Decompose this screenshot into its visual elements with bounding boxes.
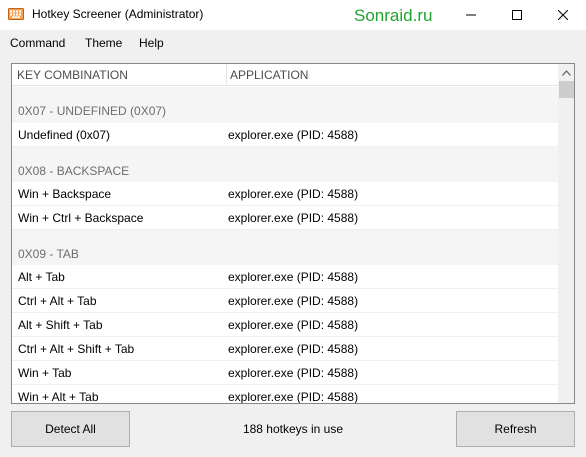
key-combination: Ctrl + Alt + Tab [18, 294, 97, 308]
maximize-icon [512, 10, 522, 20]
detect-all-button[interactable]: Detect All [11, 411, 130, 447]
table-row[interactable]: Ctrl + Alt + Shift + Tab explorer.exe (P… [12, 337, 558, 361]
menu-command[interactable]: Command [10, 36, 65, 50]
refresh-button[interactable]: Refresh [456, 411, 575, 447]
group-header[interactable]: 0X07 - UNDEFINED (0X07) [12, 87, 558, 123]
chevron-up-icon [562, 69, 571, 76]
key-combination: Win + Alt + Tab [18, 390, 99, 404]
vertical-scrollbar[interactable] [558, 64, 574, 403]
group-header[interactable]: 0X08 - BACKSPACE [12, 147, 558, 183]
table-row[interactable]: Undefined (0x07) explorer.exe (PID: 4588… [12, 123, 558, 147]
application: explorer.exe (PID: 4588) [228, 366, 359, 380]
key-combination: Win + Backspace [18, 187, 112, 201]
application: explorer.exe (PID: 4588) [228, 211, 359, 225]
menu-help[interactable]: Help [139, 36, 164, 50]
application: explorer.exe (PID: 4588) [228, 270, 359, 284]
table-row[interactable]: Win + Ctrl + Backspace explorer.exe (PID… [12, 206, 558, 230]
table-row[interactable]: Ctrl + Alt + Tab explorer.exe (PID: 4588… [12, 289, 558, 313]
application: explorer.exe (PID: 4588) [228, 294, 359, 308]
watermark: Sonraid.ru [354, 6, 433, 25]
application: explorer.exe (PID: 4588) [228, 342, 359, 356]
minimize-icon [466, 14, 476, 16]
close-icon [558, 10, 568, 20]
menu-theme[interactable]: Theme [85, 36, 122, 50]
column-divider[interactable] [226, 64, 227, 86]
menu-bar: Command Theme Help [0, 30, 586, 56]
minimize-button[interactable] [448, 0, 494, 30]
table-row[interactable]: Alt + Tab explorer.exe (PID: 4588) [12, 265, 558, 289]
scroll-thumb[interactable] [559, 81, 574, 98]
maximize-button[interactable] [494, 0, 540, 30]
table-row[interactable]: Win + Backspace explorer.exe (PID: 4588) [12, 182, 558, 206]
table-row[interactable]: Win + Tab explorer.exe (PID: 4588) [12, 361, 558, 385]
hotkey-list[interactable]: KEY COMBINATION APPLICATION 0X07 - UNDEF… [11, 63, 575, 404]
list-header: KEY COMBINATION APPLICATION [12, 64, 558, 86]
group-label: 0X08 - BACKSPACE [18, 164, 130, 178]
column-header-key[interactable]: KEY COMBINATION [17, 68, 128, 82]
hotkey-count-status: 188 hotkeys in use [242, 422, 344, 436]
key-combination: Alt + Shift + Tab [18, 318, 103, 332]
key-combination: Win + Ctrl + Backspace [18, 211, 144, 225]
window-title: Hotkey Screener (Administrator) [32, 7, 204, 21]
group-header[interactable]: 0X09 - TAB [12, 230, 558, 266]
application: explorer.exe (PID: 4588) [228, 390, 359, 404]
table-row[interactable]: Alt + Shift + Tab explorer.exe (PID: 458… [12, 313, 558, 337]
column-header-application[interactable]: APPLICATION [230, 68, 308, 82]
key-combination: Ctrl + Alt + Shift + Tab [18, 342, 135, 356]
key-combination: Alt + Tab [18, 270, 65, 284]
group-label: 0X09 - TAB [18, 247, 79, 261]
scroll-up-button[interactable] [558, 64, 574, 81]
keyboard-icon [8, 8, 24, 20]
title-bar[interactable]: Hotkey Screener (Administrator) Sonraid.… [0, 0, 586, 30]
key-combination: Win + Tab [18, 366, 72, 380]
application: explorer.exe (PID: 4588) [228, 128, 359, 142]
group-label: 0X07 - UNDEFINED (0X07) [18, 104, 167, 118]
close-button[interactable] [540, 0, 586, 30]
table-row[interactable]: Win + Alt + Tab explorer.exe (PID: 4588) [12, 385, 558, 404]
application: explorer.exe (PID: 4588) [228, 187, 359, 201]
application: explorer.exe (PID: 4588) [228, 318, 359, 332]
key-combination: Undefined (0x07) [18, 128, 111, 142]
